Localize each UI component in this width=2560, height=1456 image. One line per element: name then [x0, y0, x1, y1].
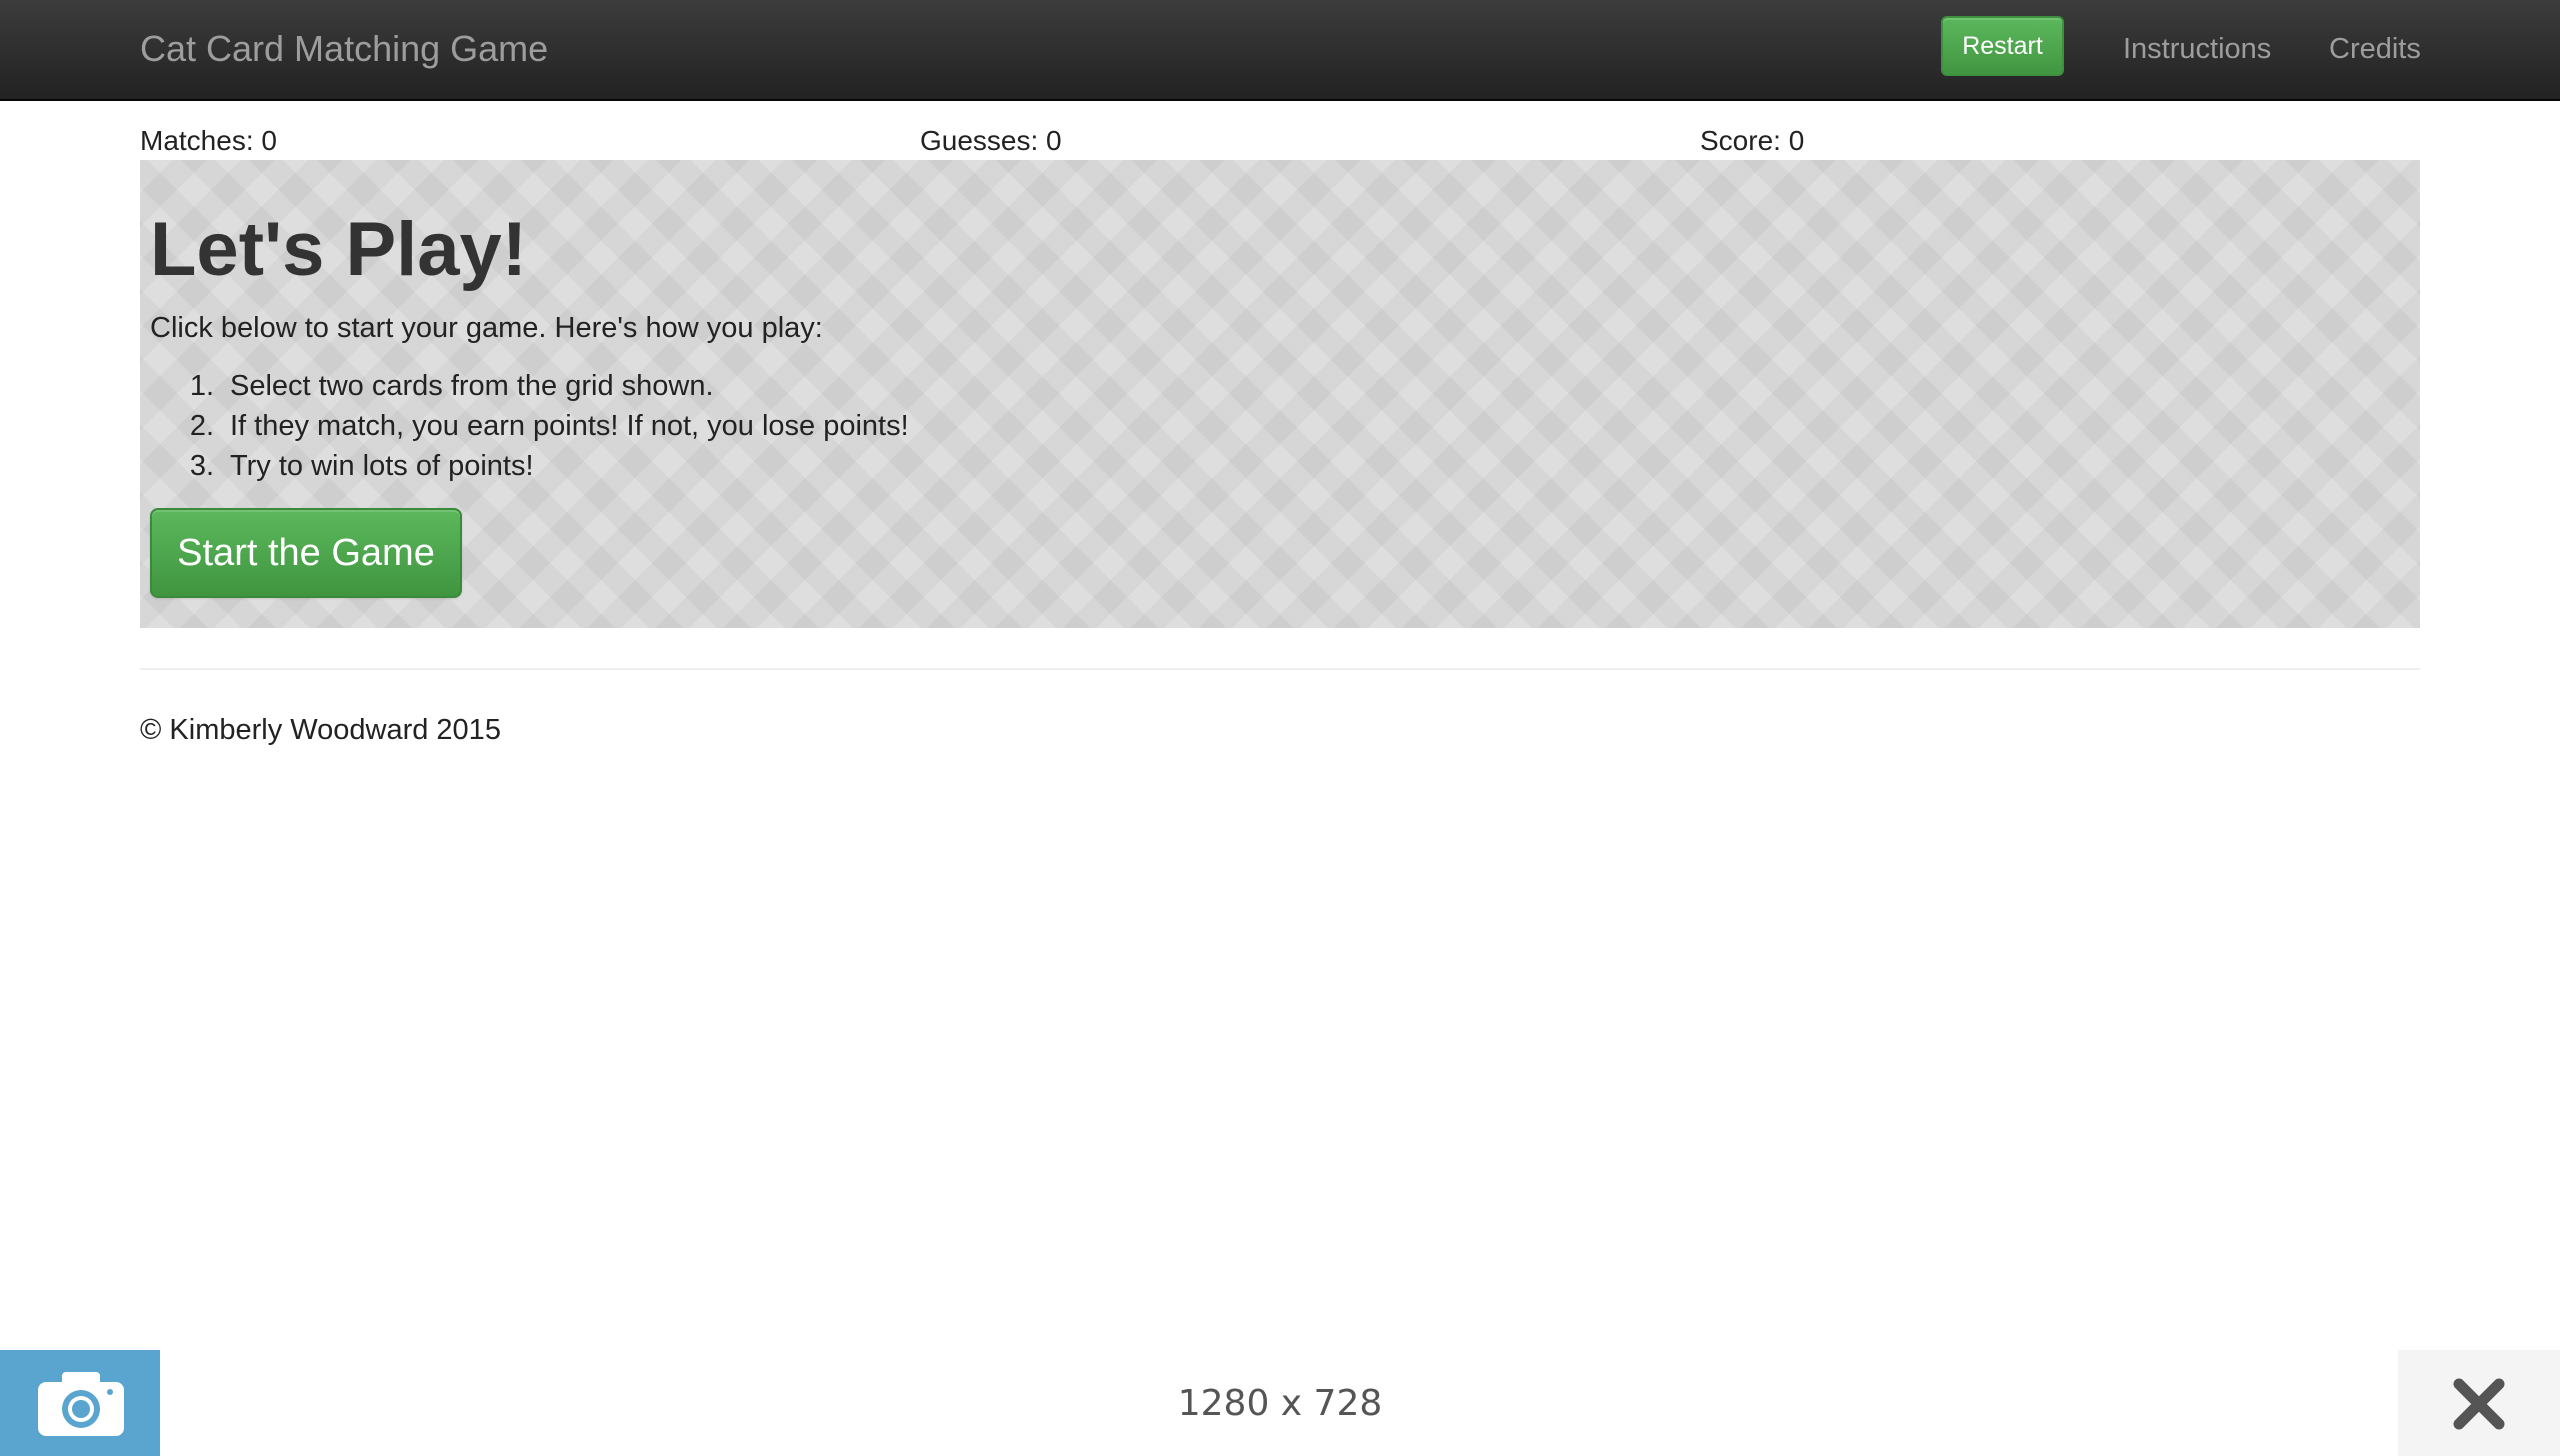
restart-button[interactable]: Restart [1941, 16, 2064, 76]
rule-text: Select two cards from the grid shown. [230, 370, 714, 402]
camera-icon [38, 1372, 124, 1436]
rule-item: 2. If they match, you earn points! If no… [150, 406, 909, 446]
matches-counter: Matches: 0 [140, 125, 277, 156]
close-icon [2453, 1378, 2505, 1430]
copyright-text: © Kimberly Woodward 2015 [140, 714, 501, 746]
intro-panel: Let's Play! Click below to start your ga… [140, 160, 2420, 628]
nav-link-instructions[interactable]: Instructions [2123, 25, 2271, 73]
rule-number: 3. [189, 450, 214, 482]
intro-heading: Let's Play! [150, 207, 528, 292]
rule-text: Try to win lots of points! [230, 450, 534, 482]
rules-list: 1. Select two cards from the grid shown.… [150, 366, 909, 486]
footer-divider [140, 668, 2420, 670]
close-button[interactable] [2398, 1350, 2560, 1456]
top-navbar: Cat Card Matching Game Restart Instructi… [0, 0, 2560, 101]
score-counter: Score: 0 [1700, 125, 1805, 156]
rule-number: 2. [189, 410, 214, 442]
intro-description: Click below to start your game. Here's h… [150, 312, 823, 344]
rule-item: 3. Try to win lots of points! [150, 446, 909, 486]
rule-text: If they match, you earn points! If not, … [230, 410, 909, 442]
brand-title[interactable]: Cat Card Matching Game [140, 25, 548, 73]
rule-number: 1. [189, 370, 214, 402]
capture-button[interactable] [0, 1350, 160, 1456]
nav-link-credits[interactable]: Credits [2329, 25, 2421, 73]
viewport-dimensions: 1280 x 728 [1177, 1383, 1383, 1424]
guesses-counter: Guesses: 0 [920, 125, 1062, 156]
rule-item: 1. Select two cards from the grid shown. [150, 366, 909, 406]
start-game-button[interactable]: Start the Game [150, 508, 462, 598]
